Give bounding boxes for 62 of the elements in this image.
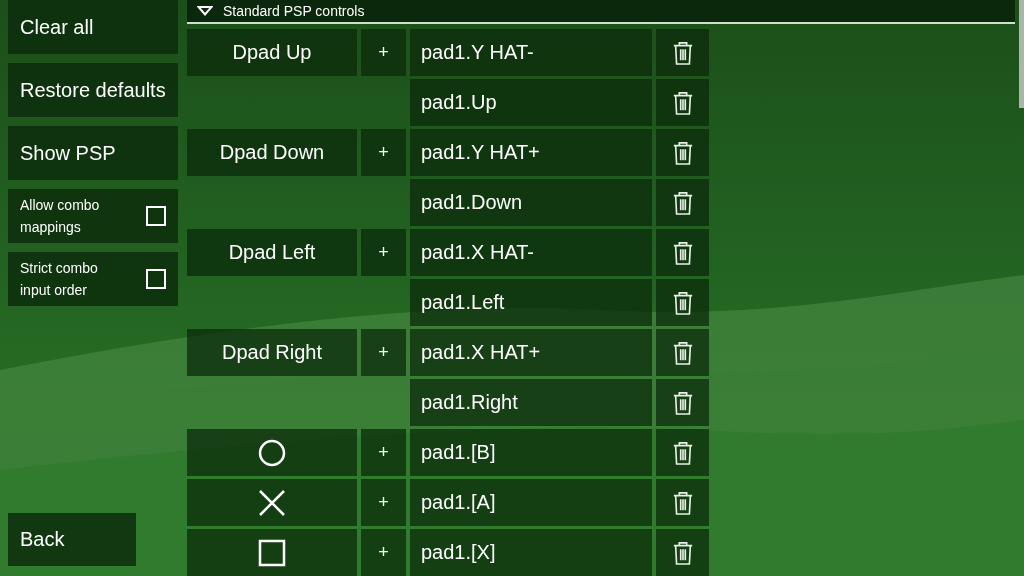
sidebar-button[interactable]: Clear all	[8, 0, 178, 54]
mapping-cell[interactable]: pad1.Down	[410, 179, 652, 226]
delete-button[interactable]	[656, 129, 709, 176]
back-button[interactable]: Back	[8, 513, 136, 566]
mapping-cell[interactable]: pad1.[A]	[410, 479, 652, 526]
checkbox[interactable]	[146, 269, 166, 289]
delete-button[interactable]	[656, 179, 709, 226]
trash-icon	[671, 439, 694, 466]
control-name[interactable]: Dpad Up	[187, 29, 357, 76]
mapping-cell[interactable]: pad1.Up	[410, 79, 652, 126]
trash-icon	[671, 289, 694, 316]
control-name[interactable]	[187, 429, 357, 476]
add-button[interactable]: +	[361, 229, 406, 276]
add-button[interactable]: +	[361, 29, 406, 76]
add-button[interactable]: +	[361, 129, 406, 176]
control-name[interactable]: Dpad Left	[187, 229, 357, 276]
add-button[interactable]: +	[361, 429, 406, 476]
square-icon	[258, 538, 286, 567]
trash-icon	[671, 539, 694, 566]
delete-button[interactable]	[656, 229, 709, 276]
trash-icon	[671, 189, 694, 216]
trash-icon	[671, 239, 694, 266]
sidebar-button[interactable]: Restore defaults	[8, 63, 178, 117]
delete-button[interactable]	[656, 29, 709, 76]
scrollbar[interactable]	[1019, 0, 1024, 108]
checkbox-row[interactable]: Strict combo input order	[8, 252, 178, 306]
delete-button[interactable]	[656, 329, 709, 376]
checkbox-label: Strict combo input order	[20, 259, 99, 300]
trash-icon	[671, 489, 694, 516]
delete-button[interactable]	[656, 429, 709, 476]
delete-button[interactable]	[656, 79, 709, 126]
mapping-cell[interactable]: pad1.X HAT-	[410, 229, 652, 276]
mapping-cell[interactable]: pad1.Left	[410, 279, 652, 326]
checkbox-label: Allow combo mappings	[20, 196, 101, 237]
mapping-cell[interactable]: pad1.Y HAT-	[410, 29, 652, 76]
section-header[interactable]: Standard PSP controls	[187, 0, 1015, 24]
sidebar-button[interactable]: Show PSP	[8, 126, 178, 180]
mapping-cell[interactable]: pad1.Y HAT+	[410, 129, 652, 176]
checkbox[interactable]	[146, 206, 166, 226]
control-name[interactable]: Dpad Right	[187, 329, 357, 376]
mapping-cell[interactable]: pad1.X HAT+	[410, 329, 652, 376]
add-button[interactable]: +	[361, 529, 406, 576]
trash-icon	[671, 139, 694, 166]
delete-button[interactable]	[656, 479, 709, 526]
trash-icon	[671, 39, 694, 66]
add-button[interactable]: +	[361, 479, 406, 526]
mapping-cell[interactable]: pad1.[B]	[410, 429, 652, 476]
circle-icon	[258, 438, 286, 467]
control-name[interactable]	[187, 529, 357, 576]
mapping-cell[interactable]: pad1.Right	[410, 379, 652, 426]
trash-icon	[671, 339, 694, 366]
mapping-cell[interactable]: pad1.[X]	[410, 529, 652, 576]
cross-icon	[258, 488, 286, 517]
checkbox-row[interactable]: Allow combo mappings	[8, 189, 178, 243]
section-title: Standard PSP controls	[223, 3, 365, 19]
delete-button[interactable]	[656, 379, 709, 426]
trash-icon	[671, 389, 694, 416]
control-name[interactable]: Dpad Down	[187, 129, 357, 176]
delete-button[interactable]	[656, 529, 709, 576]
add-button[interactable]: +	[361, 329, 406, 376]
delete-button[interactable]	[656, 279, 709, 326]
trash-icon	[671, 89, 694, 116]
